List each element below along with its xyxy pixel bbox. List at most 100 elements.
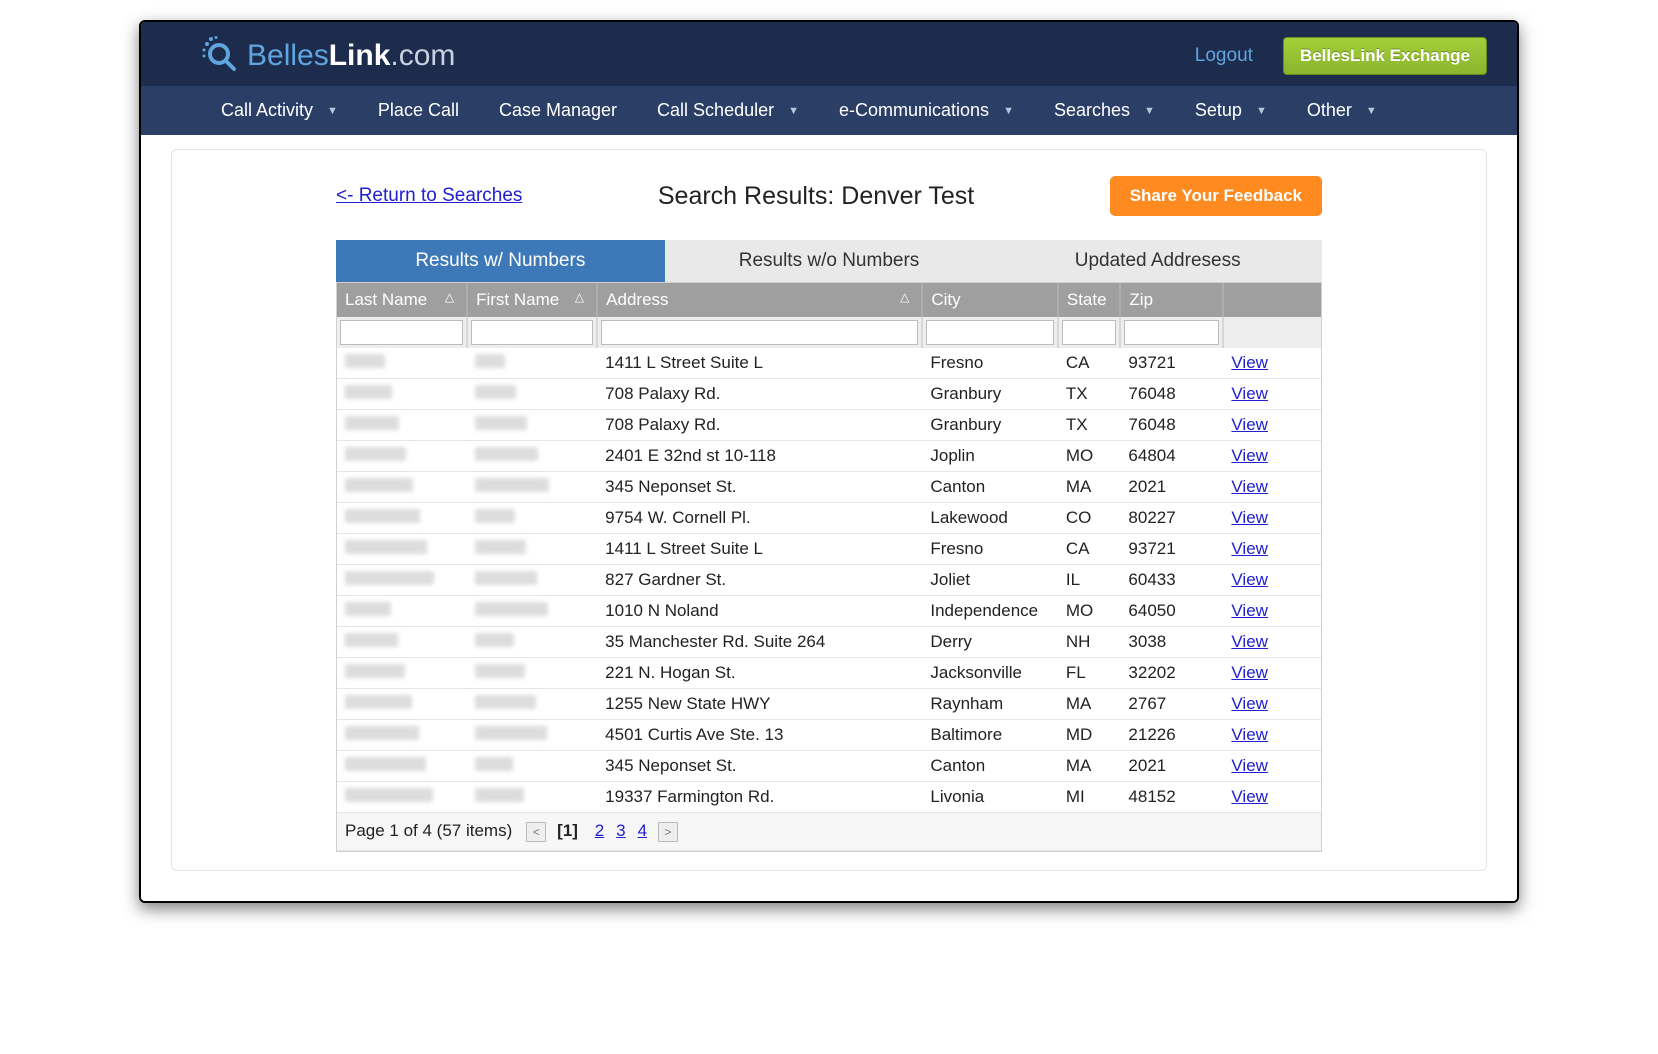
view-link[interactable]: View <box>1231 353 1268 372</box>
chevron-down-icon: ▼ <box>1256 105 1267 117</box>
view-link[interactable]: View <box>1231 508 1268 527</box>
cell-first-name <box>467 348 597 379</box>
view-link[interactable]: View <box>1231 384 1268 403</box>
cell-last-name <box>337 720 467 751</box>
cell-address: 708 Palaxy Rd. <box>597 410 922 441</box>
view-link[interactable]: View <box>1231 415 1268 434</box>
pager-page-3[interactable]: 3 <box>616 821 625 840</box>
tab-results-w-o-numbers[interactable]: Results w/o Numbers <box>665 240 994 282</box>
nav-item-case-manager[interactable]: Case Manager <box>479 86 637 135</box>
nav-item-call-activity[interactable]: Call Activity▼ <box>201 86 358 135</box>
cell-address: 4501 Curtis Ave Ste. 13 <box>597 720 922 751</box>
cell-city: Canton <box>922 472 1058 503</box>
column-header-action <box>1223 283 1321 317</box>
exchange-button[interactable]: BellesLink Exchange <box>1283 37 1487 75</box>
cell-zip: 3038 <box>1120 627 1223 658</box>
header-right: Logout BellesLink Exchange <box>1195 37 1487 75</box>
view-link[interactable]: View <box>1231 725 1268 744</box>
nav-item-searches[interactable]: Searches▼ <box>1034 86 1175 135</box>
sort-asc-icon: △ <box>575 290 584 304</box>
cell-zip: 2021 <box>1120 751 1223 782</box>
nav-item-label: Setup <box>1195 100 1242 121</box>
nav-item-label: e-Communications <box>839 100 989 121</box>
cell-city: Jacksonville <box>922 658 1058 689</box>
view-link[interactable]: View <box>1231 539 1268 558</box>
pager-page-2[interactable]: 2 <box>595 821 604 840</box>
cell-state: MA <box>1058 472 1121 503</box>
cell-first-name <box>467 658 597 689</box>
view-link[interactable]: View <box>1231 663 1268 682</box>
cell-address: 345 Neponset St. <box>597 472 922 503</box>
view-link[interactable]: View <box>1231 694 1268 713</box>
chevron-down-icon: ▼ <box>327 105 338 117</box>
tab-results-w-numbers[interactable]: Results w/ Numbers <box>336 240 665 282</box>
app-window: BellesLink.com Logout BellesLink Exchang… <box>139 20 1519 903</box>
pager-page-4[interactable]: 4 <box>638 821 647 840</box>
return-to-searches-link[interactable]: <- Return to Searches <box>336 185 522 207</box>
view-link[interactable]: View <box>1231 601 1268 620</box>
view-link[interactable]: View <box>1231 570 1268 589</box>
cell-first-name <box>467 472 597 503</box>
nav-item-e-communications[interactable]: e-Communications▼ <box>819 86 1034 135</box>
cell-address: 9754 W. Cornell Pl. <box>597 503 922 534</box>
cell-action: View <box>1223 751 1321 782</box>
table-row: 221 N. Hogan St.JacksonvilleFL32202View <box>337 658 1321 689</box>
nav-item-place-call[interactable]: Place Call <box>358 86 479 135</box>
cell-address: 35 Manchester Rd. Suite 264 <box>597 627 922 658</box>
cell-state: CO <box>1058 503 1121 534</box>
view-link[interactable]: View <box>1231 632 1268 651</box>
table-row: 1255 New State HWYRaynhamMA2767View <box>337 689 1321 720</box>
table-filter-row <box>337 317 1321 348</box>
cell-state: CA <box>1058 534 1121 565</box>
cell-first-name <box>467 503 597 534</box>
cell-state: MI <box>1058 782 1121 813</box>
pager-next-button[interactable]: > <box>658 822 678 842</box>
filter-input-address[interactable] <box>601 320 918 345</box>
column-header-first_name[interactable]: First Name△ <box>467 283 597 317</box>
logo[interactable]: BellesLink.com <box>201 36 455 76</box>
nav-item-setup[interactable]: Setup ▼ <box>1175 86 1287 135</box>
cell-last-name <box>337 534 467 565</box>
filter-input-city[interactable] <box>926 320 1054 345</box>
cell-first-name <box>467 627 597 658</box>
cell-last-name <box>337 472 467 503</box>
cell-zip: 80227 <box>1120 503 1223 534</box>
cell-city: Derry <box>922 627 1058 658</box>
nav-item-call-scheduler[interactable]: Call Scheduler▼ <box>637 86 819 135</box>
share-feedback-button[interactable]: Share Your Feedback <box>1110 176 1322 216</box>
filter-input-zip[interactable] <box>1124 320 1219 345</box>
cell-city: Joplin <box>922 441 1058 472</box>
view-link[interactable]: View <box>1231 477 1268 496</box>
cell-address: 1255 New State HWY <box>597 689 922 720</box>
cell-zip: 2021 <box>1120 472 1223 503</box>
column-header-last_name[interactable]: Last Name△ <box>337 283 467 317</box>
table-row: 345 Neponset St.CantonMA2021View <box>337 751 1321 782</box>
logout-link[interactable]: Logout <box>1195 45 1253 67</box>
cell-city: Fresno <box>922 534 1058 565</box>
cell-zip: 76048 <box>1120 410 1223 441</box>
content-panel: <- Return to Searches Search Results: De… <box>171 149 1487 871</box>
view-link[interactable]: View <box>1231 446 1268 465</box>
cell-city: Lakewood <box>922 503 1058 534</box>
cell-last-name <box>337 596 467 627</box>
view-link[interactable]: View <box>1231 756 1268 775</box>
pager-row: Page 1 of 4 (57 items) < [1] 234 > <box>337 813 1321 851</box>
cell-state: MO <box>1058 596 1121 627</box>
column-header-address[interactable]: Address△ <box>597 283 922 317</box>
table-row: 1411 L Street Suite LFresnoCA93721View <box>337 534 1321 565</box>
cell-zip: 48152 <box>1120 782 1223 813</box>
nav-item-other[interactable]: Other▼ <box>1287 86 1397 135</box>
filter-input-last_name[interactable] <box>340 320 463 345</box>
cell-last-name <box>337 503 467 534</box>
filter-input-state[interactable] <box>1062 320 1117 345</box>
tab-updated-addresess[interactable]: Updated Addresess <box>993 240 1322 282</box>
header-bar: BellesLink.com Logout BellesLink Exchang… <box>141 22 1517 86</box>
cell-first-name <box>467 720 597 751</box>
table-row: 35 Manchester Rd. Suite 264DerryNH3038Vi… <box>337 627 1321 658</box>
view-link[interactable]: View <box>1231 787 1268 806</box>
filter-input-first_name[interactable] <box>471 320 593 345</box>
pager-prev-button[interactable]: < <box>526 822 546 842</box>
cell-zip: 64050 <box>1120 596 1223 627</box>
table-row: 19337 Farmington Rd.LivoniaMI48152View <box>337 782 1321 813</box>
table-header-row: Last Name△First Name△Address△CityStateZi… <box>337 283 1321 317</box>
